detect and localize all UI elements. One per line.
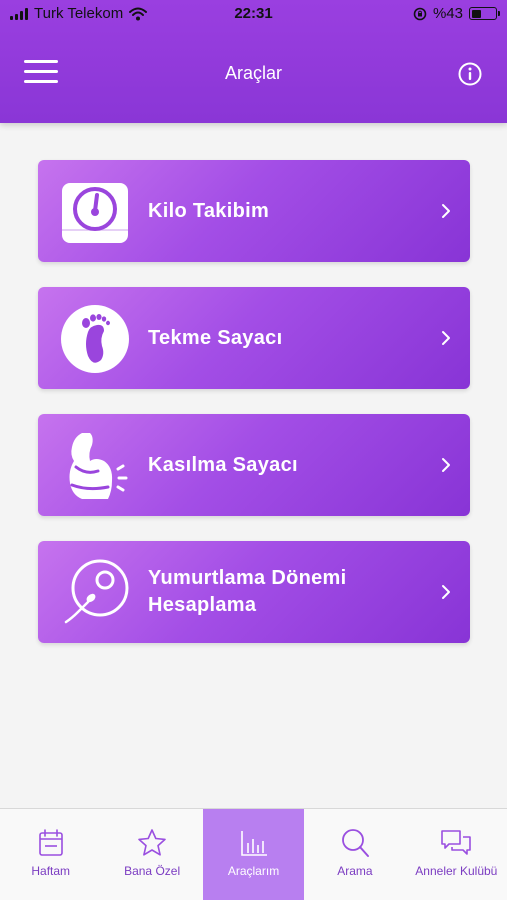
tool-card-weight-tracker[interactable]: Kilo Takibim [38, 160, 470, 262]
tab-label: Anneler Kulübü [415, 864, 498, 878]
info-icon[interactable] [458, 62, 482, 86]
tool-label: Kasılma Sayacı [148, 453, 298, 476]
tab-haftam[interactable]: Haftam [0, 809, 101, 900]
orientation-lock-icon [413, 7, 427, 20]
chevron-right-icon [442, 585, 450, 599]
tools-list: Kilo Takibim Tekme Sayacı Kasılma Sayacı… [38, 160, 470, 668]
chevron-right-icon [442, 331, 450, 345]
tab-label: Haftam [31, 864, 71, 878]
chevron-right-icon [442, 458, 450, 472]
bar-chart-icon [240, 831, 267, 856]
tab-label: Araçlarım [227, 864, 280, 878]
tab-bana-ozel[interactable]: Bana Özel [101, 809, 202, 900]
chat-bubbles-icon [441, 830, 472, 855]
bottom-tab-bar: Haftam Bana Özel Araçlarım Arama Anneler… [0, 808, 507, 900]
tab-label: Arama [337, 864, 373, 878]
tool-label: Tekme Sayacı [148, 326, 283, 349]
app-header: Turk Telekom 22:31 %43 Araçlar [0, 0, 507, 123]
status-right: %43 [413, 5, 500, 22]
battery-percent: %43 [432, 5, 463, 22]
tab-anneler-kulubu[interactable]: Anneler Kulübü [406, 809, 507, 900]
tab-araclarim[interactable]: Araçlarım [202, 809, 305, 900]
baby-foot-icon [61, 305, 129, 373]
tab-label: Bana Özel [124, 864, 181, 878]
page-title: Araçlar [224, 63, 282, 83]
status-bar: Turk Telekom 22:31 %43 [0, 0, 507, 28]
scale-icon [62, 183, 128, 243]
battery-icon [469, 7, 500, 20]
search-icon [342, 829, 369, 857]
ovulation-egg-icon [64, 559, 129, 624]
chevron-right-icon [442, 204, 450, 218]
tool-card-contraction-counter[interactable]: Kasılma Sayacı [38, 414, 470, 516]
tool-label: Kilo Takibim [148, 199, 270, 222]
tool-card-kick-counter[interactable]: Tekme Sayacı [38, 287, 470, 389]
tool-card-ovulation-calculator[interactable]: Yumurtlama Dönemi Hesaplama [38, 541, 470, 643]
star-icon [138, 829, 166, 856]
pregnant-belly-icon [69, 433, 128, 499]
tool-label: Yumurtlama Dönemi Hesaplama [148, 567, 347, 616]
calendar-icon [38, 829, 63, 856]
tab-arama[interactable]: Arama [304, 809, 405, 900]
